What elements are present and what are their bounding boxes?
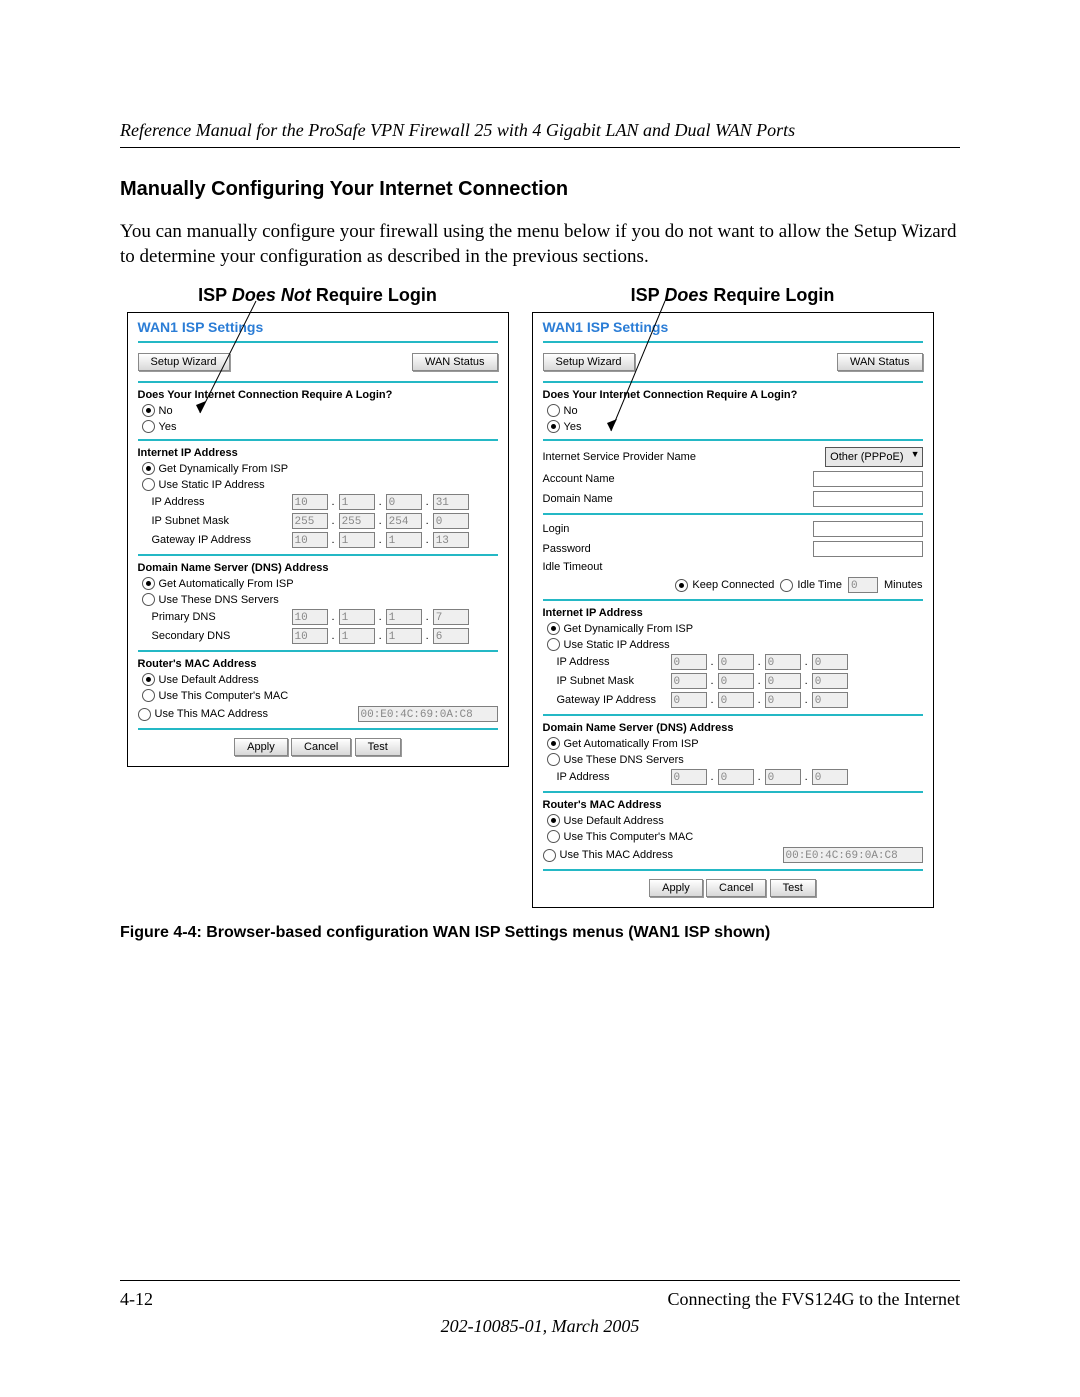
isp-select[interactable]: Other (PPPoE)	[825, 447, 922, 467]
domain-name-label: Domain Name	[543, 493, 613, 505]
idle-timeout-label: Idle Timeout	[543, 561, 603, 573]
gateway-label: Gateway IP Address	[152, 534, 288, 546]
radio-yes-icon	[142, 420, 155, 433]
cancel-button[interactable]: Cancel	[291, 738, 351, 756]
ip4[interactable]: 31	[433, 494, 469, 510]
idle-time-row[interactable]: Idle Time	[780, 579, 842, 592]
mac-header-r: Router's MAC Address	[543, 799, 923, 811]
ip2[interactable]: 1	[339, 494, 375, 510]
section-heading: Manually Configuring Your Internet Conne…	[120, 178, 960, 201]
keep-connected-row[interactable]: Keep Connected	[675, 579, 774, 592]
password-input[interactable]	[813, 541, 923, 557]
mac-input[interactable]: 00:E0:4C:69:0A:C8	[358, 706, 498, 722]
panel-title-r: WAN1 ISP Settings	[543, 319, 923, 335]
radio-no-icon	[142, 404, 155, 417]
account-name-label: Account Name	[543, 473, 615, 485]
login-yes-row-r[interactable]: Yes	[547, 420, 923, 433]
account-name-input[interactable]	[813, 471, 923, 487]
mac-this-row[interactable]: Use This MAC Address	[138, 708, 269, 721]
login-question: Does Your Internet Connection Require A …	[138, 389, 498, 401]
login-question-r: Does Your Internet Connection Require A …	[543, 389, 923, 401]
pointer-arrow-left	[198, 301, 258, 421]
doc-date: 202-10085-01, March 2005	[120, 1316, 960, 1337]
ip1[interactable]: 10	[292, 494, 328, 510]
apply-button[interactable]: Apply	[234, 738, 288, 756]
cancel-button-r[interactable]: Cancel	[706, 879, 766, 897]
dns-header-r: Domain Name Server (DNS) Address	[543, 722, 923, 734]
figure-caption: Figure 4-4: Browser-based configuration …	[120, 924, 960, 942]
dns-auto-row[interactable]: Get Automatically From ISP	[142, 577, 498, 590]
dns-header: Domain Name Server (DNS) Address	[138, 562, 498, 574]
primary-dns-label: Primary DNS	[152, 611, 288, 623]
intro-paragraph: You can manually configure your firewall…	[120, 220, 960, 269]
right-panel: WAN1 ISP Settings Setup Wizard WAN Statu…	[532, 312, 934, 908]
login-no-row[interactable]: No	[142, 404, 498, 417]
mac-default-row[interactable]: Use Default Address	[142, 673, 498, 686]
login-yes-row[interactable]: Yes	[142, 420, 498, 433]
ip3[interactable]: 0	[386, 494, 422, 510]
use-static-row[interactable]: Use Static IP Address	[142, 478, 498, 491]
get-dyn-row[interactable]: Get Dynamically From ISP	[142, 462, 498, 475]
dns-manual-row[interactable]: Use These DNS Servers	[142, 593, 498, 606]
login-input[interactable]	[813, 521, 923, 537]
footer-rule	[120, 1280, 960, 1281]
mac-input-r[interactable]: 00:E0:4C:69:0A:C8	[783, 847, 923, 863]
password-label: Password	[543, 543, 591, 555]
wan-status-button[interactable]: WAN Status	[412, 353, 498, 371]
left-panel: WAN1 ISP Settings Setup Wizard WAN Statu…	[127, 312, 509, 767]
test-button[interactable]: Test	[355, 738, 401, 756]
pointer-arrow-right	[607, 301, 667, 441]
header-rule	[120, 147, 960, 148]
ip-address-label: IP Address	[152, 496, 288, 508]
minutes-label: Minutes	[884, 579, 923, 591]
domain-name-input[interactable]	[813, 491, 923, 507]
page-header: Reference Manual for the ProSafe VPN Fir…	[120, 120, 960, 141]
mac-header: Router's MAC Address	[138, 658, 498, 670]
mac-comp-row[interactable]: Use This Computer's MAC	[142, 689, 498, 702]
isp-name-label: Internet Service Provider Name	[543, 451, 696, 463]
page-number: 4-12	[120, 1289, 153, 1310]
chapter-name: Connecting the FVS124G to the Internet	[668, 1289, 960, 1310]
internet-ip-header: Internet IP Address	[138, 447, 498, 459]
apply-button-r[interactable]: Apply	[649, 879, 703, 897]
test-button-r[interactable]: Test	[770, 879, 816, 897]
wan-status-button-r[interactable]: WAN Status	[837, 353, 923, 371]
internet-ip-header-r: Internet IP Address	[543, 607, 923, 619]
idle-minutes-input[interactable]: 0	[848, 577, 878, 593]
panel-title: WAN1 ISP Settings	[138, 319, 498, 335]
secondary-dns-label: Secondary DNS	[152, 630, 288, 642]
subnet-label: IP Subnet Mask	[152, 515, 288, 527]
login-no-row-r[interactable]: No	[547, 404, 923, 417]
login-label: Login	[543, 523, 570, 535]
